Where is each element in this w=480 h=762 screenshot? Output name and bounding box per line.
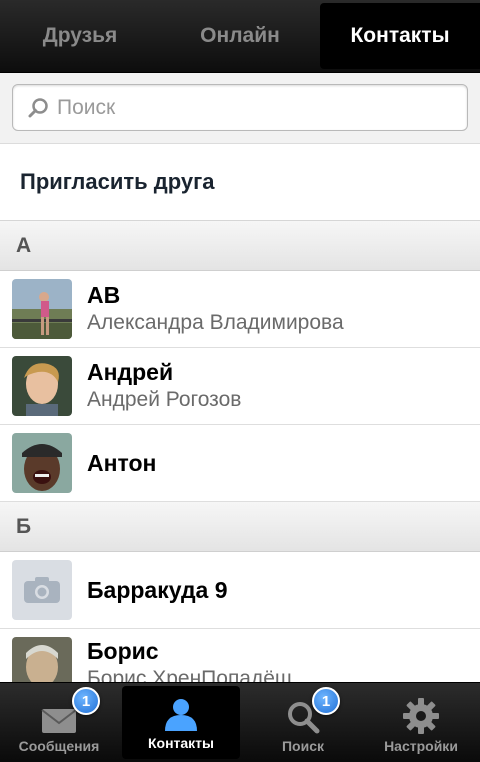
contact-full-name: Андрей Рогозов xyxy=(87,388,242,411)
search-input[interactable] xyxy=(57,95,437,120)
top-tab-bar: Друзья Онлайн Контакты xyxy=(0,0,480,73)
tab-contacts[interactable]: Контакты xyxy=(320,3,480,69)
tab-friends[interactable]: Друзья xyxy=(0,0,160,72)
avatar xyxy=(12,433,72,493)
envelope-icon xyxy=(41,709,77,733)
tab-label: Контакты xyxy=(147,735,214,751)
gear-icon xyxy=(403,698,439,734)
tab-label: Поиск xyxy=(281,738,324,754)
section-header: А xyxy=(0,221,480,271)
tab-contacts-bottom[interactable]: Контакты xyxy=(122,686,240,759)
unread-badge: 1 xyxy=(312,687,340,715)
search-bar xyxy=(0,73,480,144)
bottom-tab-bar: Сообщения 1 Контакты Поиск 1 Настройки xyxy=(0,682,480,762)
section-header: Б xyxy=(0,502,480,552)
avatar xyxy=(12,560,72,620)
avatar xyxy=(12,356,72,416)
contact-nickname: Антон xyxy=(87,450,157,476)
search-field[interactable] xyxy=(12,84,468,131)
tab-search[interactable]: Поиск 1 xyxy=(244,683,362,762)
unread-badge: 1 xyxy=(72,687,100,715)
contact-nickname: Борис xyxy=(87,638,159,664)
contact-row[interactable]: Андрей Андрей Рогозов xyxy=(0,348,480,425)
tab-label: Настройки xyxy=(384,738,458,754)
contact-row[interactable]: Барракуда 9 xyxy=(0,552,480,629)
tab-messages[interactable]: Сообщения 1 xyxy=(0,683,118,762)
tab-label: Сообщения xyxy=(18,738,100,754)
contact-nickname: АВ xyxy=(87,282,121,308)
contact-row[interactable]: Антон xyxy=(0,425,480,502)
tab-settings[interactable]: Настройки xyxy=(362,683,480,762)
avatar xyxy=(12,279,72,339)
contact-full-name: Александра Владимирова xyxy=(87,311,344,334)
contact-row[interactable]: АВ Александра Владимирова xyxy=(0,271,480,348)
contact-nickname: Андрей xyxy=(87,359,174,385)
invite-friend-button[interactable]: Пригласить друга xyxy=(0,144,480,221)
person-icon xyxy=(165,699,197,731)
contact-nickname: Барракуда 9 xyxy=(87,577,228,603)
camera-icon xyxy=(24,577,60,603)
search-icon xyxy=(28,97,48,117)
tab-online[interactable]: Онлайн xyxy=(160,0,320,72)
